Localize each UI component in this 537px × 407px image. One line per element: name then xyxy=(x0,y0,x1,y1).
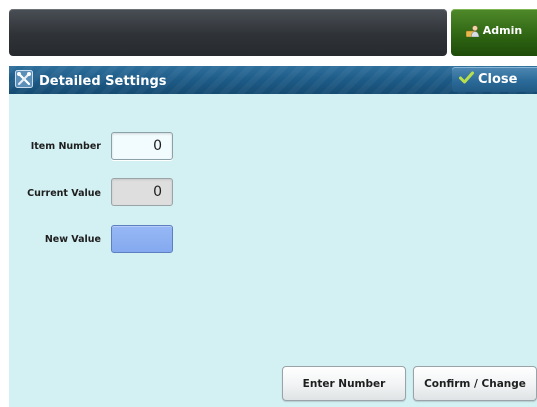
enter-number-button[interactable]: Enter Number xyxy=(282,366,406,401)
current-value-label: Current Value xyxy=(27,188,101,199)
current-value-field: 0 xyxy=(111,178,173,206)
admin-user-icon xyxy=(465,24,480,37)
current-value-value: 0 xyxy=(153,184,162,200)
title-bar: Detailed Settings Close xyxy=(9,66,537,94)
tools-icon xyxy=(15,70,33,92)
new-value-label: New Value xyxy=(44,234,101,245)
new-value-field[interactable] xyxy=(111,225,173,253)
checkmark-icon xyxy=(459,71,474,88)
admin-button[interactable]: Admin xyxy=(451,9,537,56)
item-number-value: 0 xyxy=(153,138,162,154)
message-bar xyxy=(9,9,447,56)
confirm-change-button[interactable]: Confirm / Change xyxy=(413,366,537,401)
settings-panel: Item Number 0 Current Value 0 New Value … xyxy=(9,94,537,407)
enter-number-label: Enter Number xyxy=(302,377,386,390)
close-label: Close xyxy=(478,72,518,87)
item-number-field[interactable]: 0 xyxy=(111,132,173,160)
page-title: Detailed Settings xyxy=(39,73,167,89)
title-group: Detailed Settings xyxy=(15,70,167,92)
confirm-change-label: Confirm / Change xyxy=(424,377,526,390)
screen: Admin Detailed Settings Close Item Numbe… xyxy=(0,0,537,407)
close-button[interactable]: Close xyxy=(452,67,537,92)
item-number-label: Item Number xyxy=(30,141,101,152)
admin-label: Admin xyxy=(482,24,523,37)
